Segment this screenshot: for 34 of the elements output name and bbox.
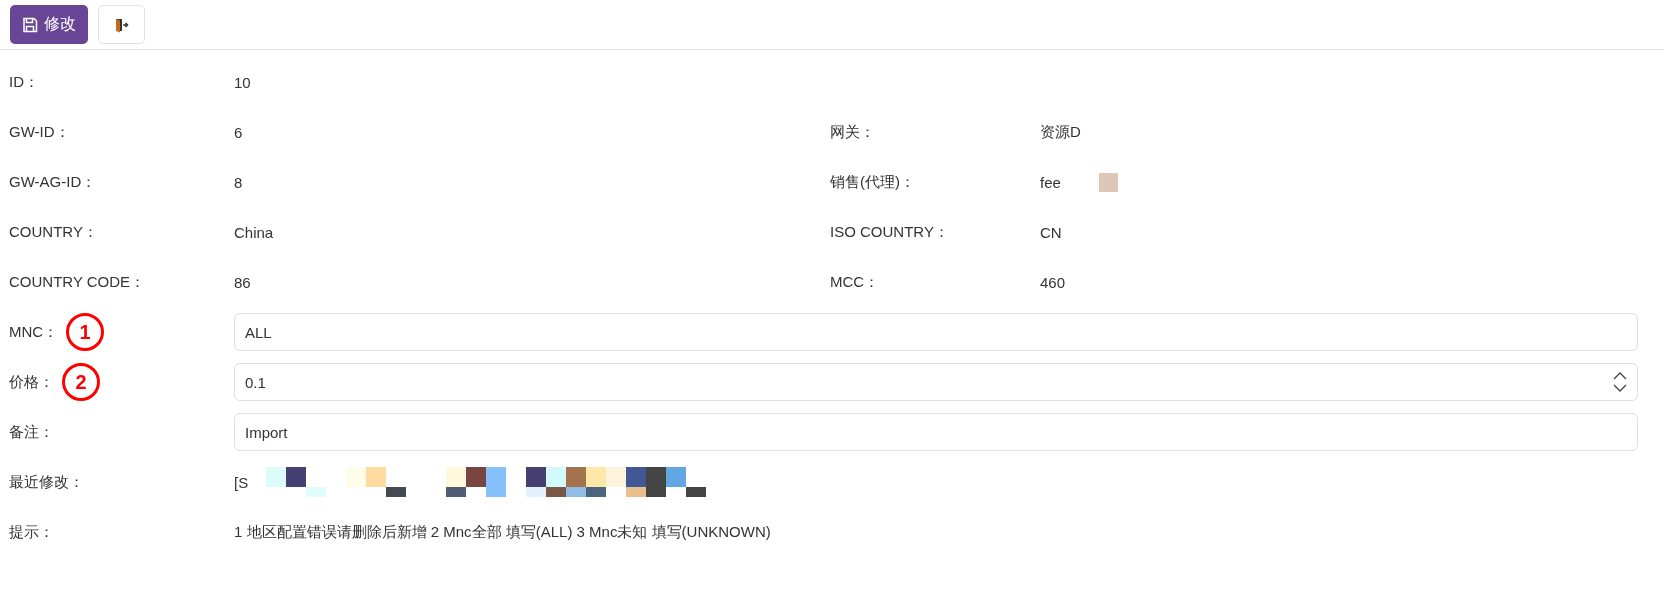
field-label: GW-AG-ID： [9, 172, 97, 192]
field-label: 网关： [830, 122, 875, 142]
field-label: ISO COUNTRY： [830, 222, 949, 242]
field-value: 10 [234, 73, 251, 91]
field-label: MNC： [9, 322, 59, 342]
field-value: China [234, 223, 274, 241]
field-value: 86 [234, 273, 251, 291]
exit-button[interactable] [98, 5, 145, 44]
field-label: ID： [9, 72, 39, 92]
field-value: fee [1040, 173, 1061, 191]
field-value: 460 [1040, 273, 1066, 291]
number-field[interactable]: 0.1 [234, 363, 1638, 401]
field-label: MCC： [830, 272, 880, 292]
annotation-number: 2 [62, 363, 100, 401]
field-label: GW-ID： [9, 122, 70, 142]
field-label: COUNTRY CODE： [9, 272, 146, 292]
annotation-number: 1 [66, 313, 105, 351]
save-button[interactable]: 修改 [10, 5, 88, 44]
field-label: 最近修改： [9, 472, 84, 492]
field-label: 备注： [9, 422, 54, 442]
field-value: 资源D [1040, 122, 1081, 142]
field-value: 1 地区配置错误请删除后新增 2 Mnc全部 填写(ALL) 3 Mnc未知 填写(UNKNOWN) [234, 522, 771, 542]
input-field[interactable]: ALL [234, 313, 1638, 351]
field-label: COUNTRY： [9, 222, 98, 242]
input-field[interactable]: Import [234, 413, 1638, 451]
field-label: 销售(代理)： [830, 172, 915, 192]
door-exit-icon [113, 16, 130, 33]
field-value: CN [1040, 223, 1062, 241]
spinner-icon [1613, 370, 1627, 394]
field-label: 价格： [9, 372, 54, 392]
field-value: [S [234, 473, 249, 491]
field-label: 提示： [9, 522, 54, 542]
field-value: 8 [234, 173, 243, 191]
field-value: 6 [234, 123, 243, 141]
